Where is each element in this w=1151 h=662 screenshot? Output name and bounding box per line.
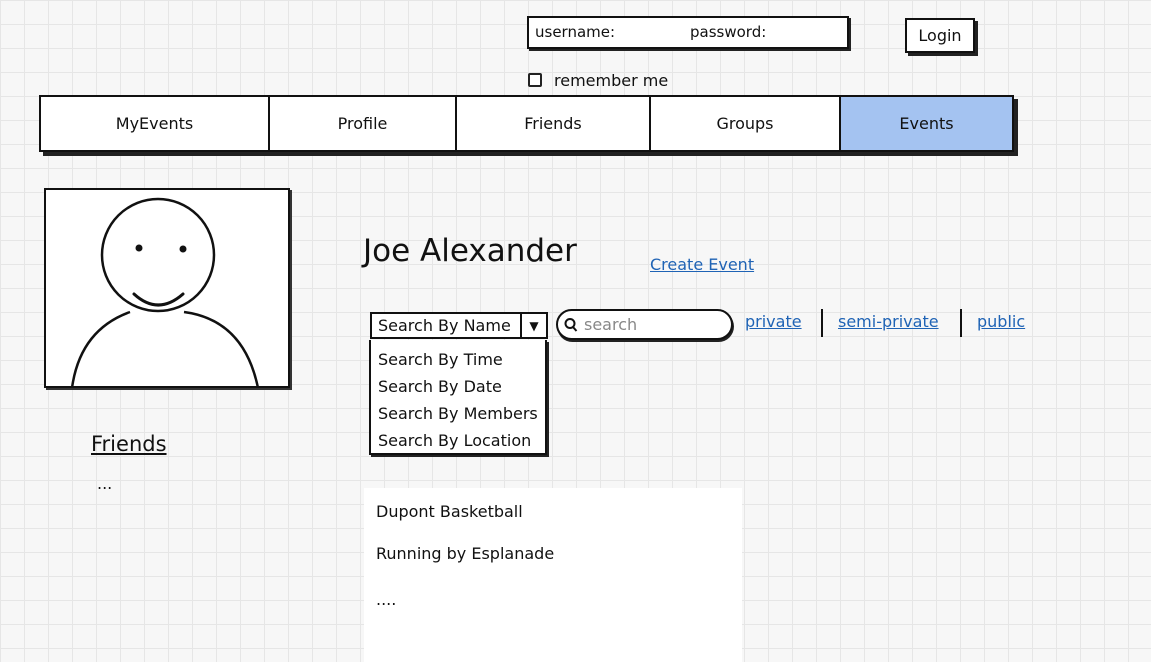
caret-down-icon[interactable]: ▼ [520,314,546,337]
friends-list-more: ... [97,474,113,493]
tab-myevents[interactable]: MyEvents [41,97,270,150]
events-list: Dupont Basketball Running by Esplanade .… [364,488,742,662]
search-type-dropdown: Search By Time Search By Date Search By … [369,340,547,455]
list-item[interactable]: Dupont Basketball [376,502,523,521]
filter-private-link[interactable]: private [745,312,802,331]
option-search-by-date[interactable]: Search By Date [378,373,545,400]
smiley-face-icon [71,197,259,386]
create-event-link[interactable]: Create Event [650,255,754,274]
list-item[interactable]: Running by Esplanade [376,544,554,563]
option-search-by-location[interactable]: Search By Location [378,427,545,454]
login-fields[interactable]: username: password: [527,16,849,49]
filter-public-link[interactable]: public [977,312,1025,331]
search-box[interactable] [556,309,733,340]
search-type-value: Search By Name [378,316,511,335]
main-nav: MyEvents Profile Friends Groups Events [39,95,1014,152]
remember-me-checkbox[interactable] [528,73,542,87]
username-field[interactable]: username: [535,23,615,41]
search-input[interactable] [582,314,726,335]
remember-me-label: remember me [554,70,669,90]
login-button[interactable]: Login [905,18,975,53]
divider [960,309,962,337]
password-field[interactable]: password: [690,23,766,41]
filter-semi-private-link[interactable]: semi-private [838,312,939,331]
tab-profile[interactable]: Profile [270,97,457,150]
divider [821,309,823,337]
option-search-by-time[interactable]: Search By Time [378,346,545,373]
list-item-more: .... [376,590,397,609]
tab-friends[interactable]: Friends [457,97,651,150]
tab-groups[interactable]: Groups [651,97,841,150]
remember-me[interactable]: remember me [528,69,668,91]
user-name: Joe Alexander [363,233,577,269]
avatar [44,188,290,388]
search-icon [564,317,578,332]
option-search-by-members[interactable]: Search By Members [378,400,545,427]
friends-heading[interactable]: Friends [91,432,167,456]
search-type-select[interactable]: Search By Name ▼ [370,312,548,339]
tab-events[interactable]: Events [841,97,1012,150]
